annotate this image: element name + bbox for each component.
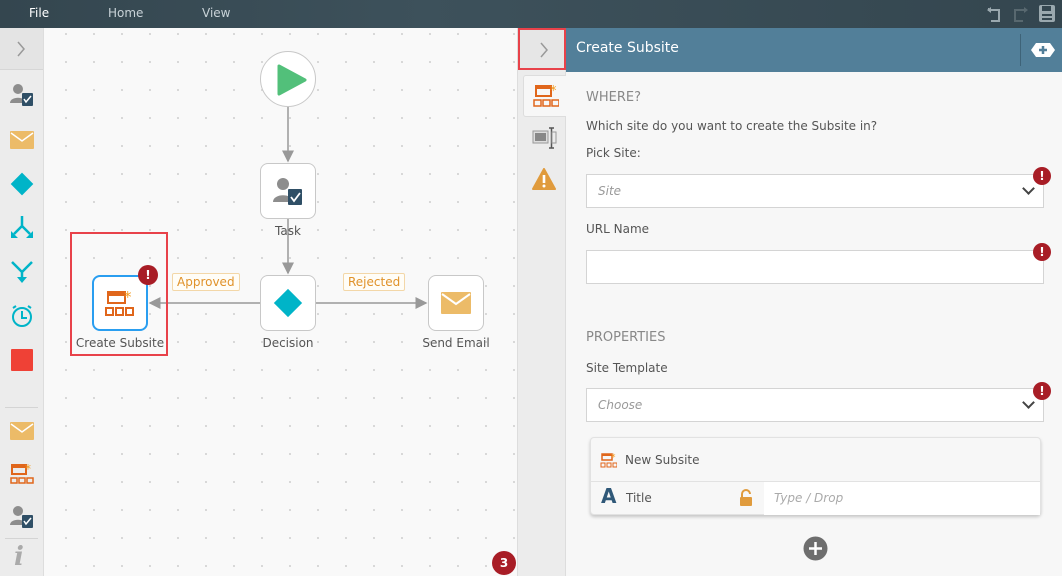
- svg-text:*: *: [550, 84, 557, 99]
- edge-label-rejected[interactable]: Rejected: [343, 273, 406, 291]
- properties-heading: PROPERTIES: [586, 330, 666, 345]
- error-indicator: !: [1033, 382, 1051, 400]
- panel-tab-strip: *: [518, 28, 566, 576]
- panel-header: Create Subsite: [566, 28, 1062, 72]
- new-subsite-card: * New Subsite A Title Type / Drop: [590, 437, 1041, 515]
- pick-site-label: Pick Site:: [586, 146, 641, 160]
- create-subsite-icon: *: [105, 288, 134, 316]
- title-field-label: Title: [626, 491, 652, 505]
- site-template-select[interactable]: Choose: [586, 388, 1044, 422]
- where-question: Which site do you want to create the Sub…: [586, 119, 878, 133]
- decision-node-label: Decision: [262, 336, 314, 350]
- create-subsite-node-label: Create Subsite: [75, 336, 165, 350]
- title-placeholder: Type / Drop: [774, 491, 844, 505]
- panel-title: Create Subsite: [576, 40, 679, 56]
- decision-node[interactable]: [260, 275, 316, 331]
- svg-text:*: *: [611, 453, 616, 463]
- task-node[interactable]: [260, 163, 316, 219]
- pick-site-select[interactable]: Site: [586, 174, 1044, 208]
- create-subsite-icon: *: [600, 453, 617, 468]
- redo-icon[interactable]: [1012, 5, 1030, 23]
- title-value-input[interactable]: Type / Drop: [764, 482, 1040, 515]
- task-icon: [273, 178, 302, 205]
- svg-text:*: *: [124, 288, 132, 306]
- add-property-button[interactable]: [803, 536, 828, 561]
- send-email-node-label: Send Email: [422, 336, 490, 350]
- create-subsite-icon: *: [533, 84, 559, 107]
- lock-icon[interactable]: [739, 489, 753, 506]
- error-indicator: !: [1033, 243, 1051, 261]
- chevron-down-icon: [1022, 396, 1035, 409]
- error-badge[interactable]: !: [138, 265, 158, 285]
- url-name-label: URL Name: [586, 222, 650, 236]
- send-email-node[interactable]: [428, 275, 484, 331]
- edge-label-approved[interactable]: Approved: [172, 273, 240, 291]
- chevron-right-icon: [540, 42, 548, 58]
- url-name-input[interactable]: [586, 250, 1044, 284]
- issue-count-badge[interactable]: 3: [492, 551, 516, 575]
- save-icon[interactable]: [1038, 4, 1056, 23]
- email-icon: [441, 292, 471, 314]
- start-node[interactable]: [260, 51, 316, 107]
- chevron-down-icon: [1022, 182, 1035, 195]
- tab-label-icon[interactable]: [532, 127, 558, 149]
- site-template-label: Site Template: [586, 361, 668, 375]
- play-icon: [277, 64, 307, 96]
- text-field-icon: A: [601, 484, 617, 508]
- site-template-placeholder: Choose: [598, 398, 643, 412]
- collapse-panel-button[interactable]: [518, 28, 566, 70]
- task-node-label: Task: [275, 224, 301, 238]
- undo-icon[interactable]: [985, 5, 1003, 23]
- error-indicator: !: [1033, 167, 1051, 185]
- card-title: New Subsite: [625, 453, 700, 467]
- tab-warning-icon[interactable]: [532, 168, 556, 190]
- decision-diamond-icon: [273, 288, 303, 318]
- add-token-icon[interactable]: [1030, 42, 1056, 58]
- tab-configure[interactable]: *: [523, 75, 566, 117]
- divider: [1020, 34, 1021, 66]
- create-subsite-node[interactable]: *: [92, 275, 148, 331]
- site-placeholder: Site: [598, 184, 622, 198]
- where-heading: WHERE?: [586, 90, 641, 105]
